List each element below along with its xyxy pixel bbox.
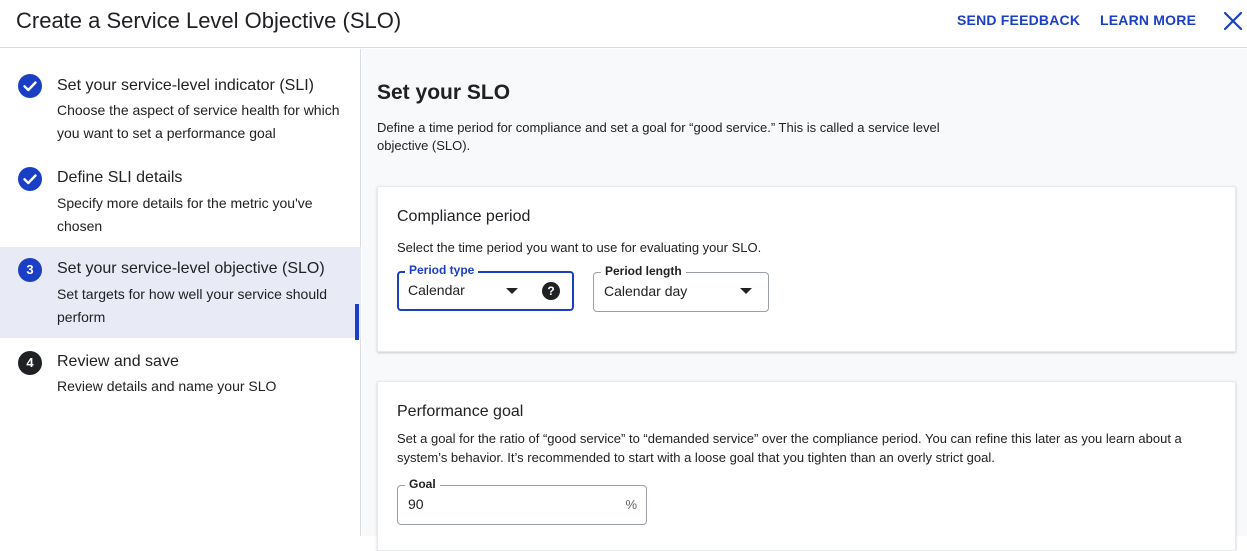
dialog-title: Create a Service Level Objective (SLO) — [16, 8, 402, 33]
step-title: Review and save — [57, 353, 179, 370]
dropdown-arrow-icon — [506, 288, 518, 294]
help-icon[interactable]: ? — [542, 282, 560, 300]
check-circle-icon — [18, 74, 42, 98]
close-icon[interactable] — [1222, 10, 1244, 32]
page-title: Set your SLO — [377, 81, 511, 104]
percent-suffix: % — [625, 497, 637, 512]
card-title: Compliance period — [397, 208, 531, 225]
step-number-badge: 3 — [18, 258, 42, 282]
card-description: Set a goal for the ratio of “good servic… — [397, 431, 1182, 465]
step-description: Set targets for how well your service sh… — [57, 286, 328, 325]
main-content: Set your SLO Define a time period for co… — [362, 49, 1247, 551]
field-label: Period length — [601, 264, 686, 278]
step-title: Define SLI details — [57, 169, 183, 186]
step-review-and-save[interactable]: 4 Review and save Review details and nam… — [0, 339, 361, 409]
field-value: Calendar — [408, 282, 465, 298]
card-title: Performance goal — [397, 403, 524, 420]
performance-goal-card: Performance goal Set a goal for the rati… — [377, 381, 1236, 551]
goal-field[interactable]: Goal % — [397, 477, 647, 525]
card-description: Select the time period you want to use f… — [397, 240, 762, 255]
period-type-select[interactable]: Period type Calendar ? — [397, 263, 574, 311]
compliance-period-card: Compliance period Select the time period… — [377, 186, 1236, 352]
field-value: Calendar day — [604, 283, 688, 299]
check-circle-icon — [18, 167, 42, 191]
stepper-sidebar: Set your service-level indicator (SLI) C… — [0, 49, 361, 536]
goal-input[interactable] — [408, 496, 608, 512]
dropdown-arrow-icon — [740, 288, 752, 294]
step-set-slo[interactable]: 3 Set your service-level objective (SLO)… — [0, 247, 361, 338]
step-select-sli[interactable]: Set your service-level indicator (SLI) C… — [0, 49, 361, 141]
step-description: Specify more details for the metric you'… — [57, 195, 313, 234]
active-step-indicator — [355, 304, 359, 340]
step-description: Review details and name your SLO — [57, 378, 277, 394]
step-title: Set your service-level indicator (SLI) — [57, 77, 314, 94]
field-label: Goal — [405, 477, 440, 491]
period-length-select[interactable]: Period length Calendar day — [593, 264, 769, 312]
step-define-sli-details[interactable]: Define SLI details Specify more details … — [0, 154, 361, 246]
send-feedback-link[interactable]: SEND FEEDBACK — [957, 12, 1080, 28]
step-number-badge: 4 — [18, 351, 42, 375]
page-description: Define a time period for compliance and … — [377, 120, 940, 153]
field-label: Period type — [405, 263, 479, 277]
dialog-header: Create a Service Level Objective (SLO) S… — [0, 0, 1247, 48]
learn-more-link[interactable]: LEARN MORE — [1100, 12, 1196, 28]
step-description: Choose the aspect of service health for … — [57, 102, 340, 141]
step-title: Set your service-level objective (SLO) — [57, 260, 325, 277]
